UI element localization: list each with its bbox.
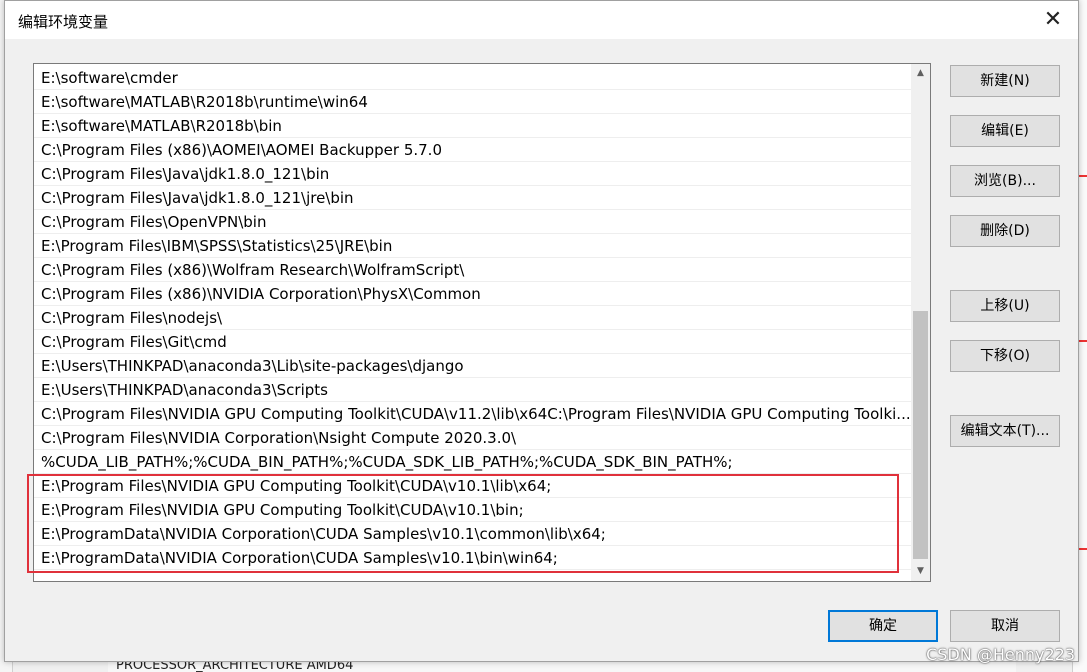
watermark-text: CSDN @Henny223 [926, 645, 1075, 664]
scrollbar-thumb[interactable] [913, 311, 928, 559]
path-list-item[interactable]: C:\Program Files\OpenVPN\bin [34, 210, 912, 234]
path-list-item[interactable]: C:\Program Files\NVIDIA GPU Computing To… [34, 402, 912, 426]
edit-button[interactable]: 编辑(E) [950, 115, 1060, 147]
path-list-item[interactable]: E:\software\MATLAB\R2018b\runtime\win64 [34, 90, 912, 114]
vertical-scrollbar[interactable]: ▲ ▼ [911, 64, 930, 581]
move-down-button[interactable]: 下移(O) [950, 340, 1060, 372]
close-icon[interactable]: ✕ [1040, 7, 1066, 33]
move-up-button[interactable]: 上移(U) [950, 290, 1060, 322]
path-list-item[interactable]: C:\Program Files\Git\cmd [34, 330, 912, 354]
path-list-item[interactable]: C:\Program Files (x86)\Wolfram Research\… [34, 258, 912, 282]
path-list-item[interactable]: C:\Program Files\NVIDIA Corporation\Nsig… [34, 426, 912, 450]
new-button[interactable]: 新建(N) [950, 65, 1060, 97]
ok-button[interactable]: 确定 [828, 610, 938, 642]
path-list-item[interactable]: E:\Program Files\IBM\SPSS\Statistics\25\… [34, 234, 912, 258]
title-bar: 编辑环境变量 ✕ [5, 1, 1078, 39]
path-list-item[interactable]: C:\Program Files (x86)\AOMEI\AOMEI Backu… [34, 138, 912, 162]
edit-environment-variable-dialog: 编辑环境变量 ✕ E:\software\cmder E:\software\MA… [4, 0, 1079, 662]
path-list-item[interactable]: E:\ProgramData\NVIDIA Corporation\CUDA S… [34, 522, 912, 546]
edit-text-button[interactable]: 编辑文本(T)... [950, 415, 1060, 447]
path-list[interactable]: E:\software\cmder E:\software\MATLAB\R201… [33, 63, 931, 582]
delete-button[interactable]: 删除(D) [950, 215, 1060, 247]
path-list-item[interactable]: E:\software\cmder [34, 66, 912, 90]
scroll-down-icon[interactable]: ▼ [911, 562, 930, 581]
dialog-title: 编辑环境变量 [18, 13, 109, 31]
path-list-item[interactable]: C:\Program Files\Java\jdk1.8.0_121\jre\b… [34, 186, 912, 210]
browse-button[interactable]: 浏览(B)... [950, 165, 1060, 197]
path-list-rows: E:\software\cmder E:\software\MATLAB\R201… [34, 66, 912, 570]
path-list-item[interactable]: E:\Program Files\NVIDIA GPU Computing To… [34, 498, 912, 522]
path-list-item[interactable]: %CUDA_LIB_PATH%;%CUDA_BIN_PATH%;%CUDA_SD… [34, 450, 912, 474]
path-list-item[interactable]: E:\software\MATLAB\R2018b\bin [34, 114, 912, 138]
path-list-item[interactable]: C:\Program Files\Java\jdk1.8.0_121\bin [34, 162, 912, 186]
path-list-item[interactable]: E:\Program Files\NVIDIA GPU Computing To… [34, 474, 912, 498]
path-list-item[interactable]: E:\Users\THINKPAD\anaconda3\Lib\site-pac… [34, 354, 912, 378]
path-list-item[interactable]: C:\Program Files (x86)\NVIDIA Corporatio… [34, 282, 912, 306]
cancel-button[interactable]: 取消 [950, 610, 1060, 642]
path-list-item[interactable]: E:\Users\THINKPAD\anaconda3\Scripts [34, 378, 912, 402]
scroll-up-icon[interactable]: ▲ [911, 64, 930, 83]
path-list-item[interactable]: C:\Program Files\nodejs\ [34, 306, 912, 330]
path-list-item[interactable]: E:\ProgramData\NVIDIA Corporation\CUDA S… [34, 546, 912, 570]
